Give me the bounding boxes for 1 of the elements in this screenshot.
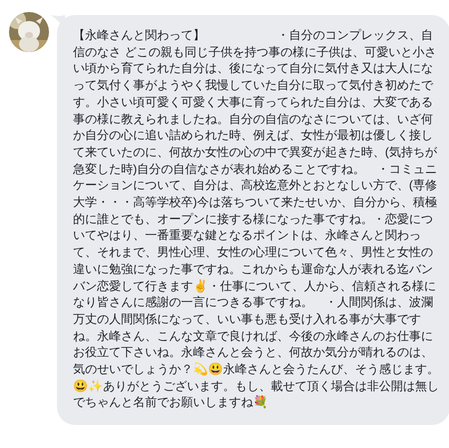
message-text: 【永峰さんと関わって】 ・自分のコンプレックス、自信のなさ どこの親も同じ子供を持つ事の様に子供は、可愛いと小さい頃から育てられた自分は、後になって自分に気付き又は大人になって気付く事がようやく我慢していた自分に取って気付き初めたです。小さい頃可愛く可愛く大事に育ってられた自分は、大変である事の様に教えられましたね。自分の自信のなさについては、いざ何か自分の心に追い詰められた時、例えば、女性が最初は優しく接して来ていたのに、何故か女性の心の中で異変が起きた時、(気持ちが急変した時)自分の自信なさが表れ始めることですね。 ・コミュニケーションについて、自分は、高校迄意外とおとなしい方で、(専修大学・・・高等学校卒)今は落ちついて来たせいか、自分から、積極的に誰とでも、オープンに接する様になった事ですね。・恋愛についてやはり、一番重要な鍵となるポイントは、永峰さんと関わって、それまで、男性心理、女性の心理について色々、男性と女性の違いに勉強になった事ですね。これからも運命な人が表れる迄バンバン恋愛して行きます✌・仕事について、人から、信頼される様になり皆さんに感謝の一言につきる事ですね。 ・人間関係は、波瀾万丈の人間関係になって、いい事も悪も受け入れる事が大事ですね。永峰さん、こんな文章で良ければ、今後の永峰さんのお仕事にお役立て下さいね。永峰さんと会うと、何故か気分が晴れるのは、気のせいでしょうか？💫😃永峰さんと会うたんび、そう感じます。😃✨ありがとうございます。もし、載せて頂く場合は非公開は無しでちゃんと名前でお願いしますね💐 [57,15,449,426]
